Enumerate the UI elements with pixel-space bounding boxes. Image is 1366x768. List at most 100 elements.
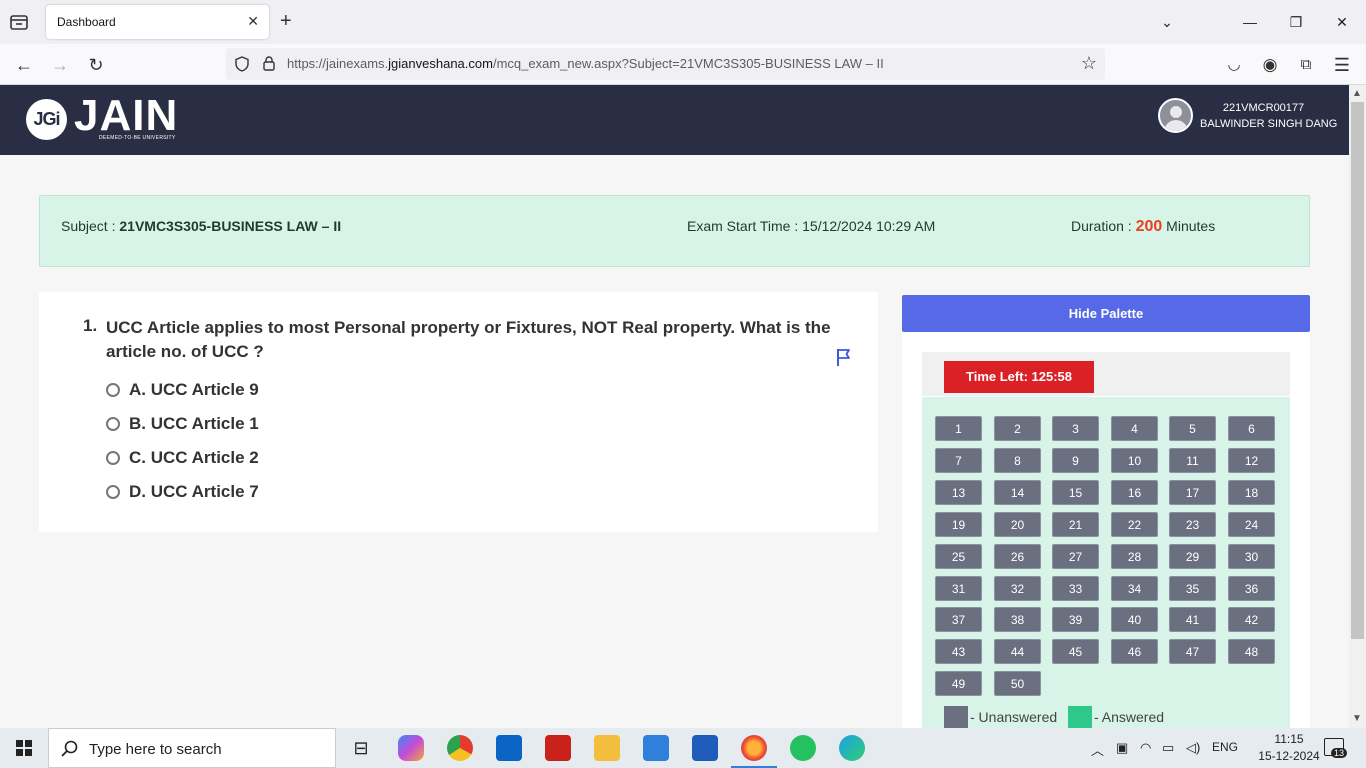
palette-question-button[interactable]: 28: [1111, 544, 1158, 569]
clock-time[interactable]: 11:15: [1254, 732, 1324, 746]
bookmark-star-icon[interactable]: ☆: [1081, 53, 1097, 74]
clock-date[interactable]: 15-12-2024: [1254, 749, 1324, 763]
palette-question-button[interactable]: 29: [1169, 544, 1216, 569]
palette-question-button[interactable]: 4: [1111, 416, 1158, 441]
tab-list-icon[interactable]: [8, 12, 30, 32]
palette-question-button[interactable]: 8: [994, 448, 1041, 473]
palette-question-button[interactable]: 2: [994, 416, 1041, 441]
chrome-icon[interactable]: [447, 735, 473, 761]
close-tab-icon[interactable]: ✕: [247, 13, 259, 30]
radio-d[interactable]: [106, 485, 120, 499]
hide-palette-button[interactable]: Hide Palette: [902, 295, 1310, 332]
palette-question-button[interactable]: 14: [994, 480, 1041, 505]
pocket-icon[interactable]: ◡: [1222, 53, 1246, 77]
word-icon[interactable]: [692, 735, 718, 761]
palette-question-button[interactable]: 37: [935, 607, 982, 632]
palette-question-button[interactable]: 17: [1169, 480, 1216, 505]
palette-question-button[interactable]: 46: [1111, 639, 1158, 664]
acrobat-icon[interactable]: [545, 735, 571, 761]
palette-question-button[interactable]: 33: [1052, 576, 1099, 601]
reload-icon[interactable]: ↻: [84, 53, 108, 77]
palette-question-button[interactable]: 40: [1111, 607, 1158, 632]
battery-icon[interactable]: ▭: [1162, 740, 1174, 756]
microsoft-store-icon[interactable]: [643, 735, 669, 761]
palette-question-button[interactable]: 48: [1228, 639, 1275, 664]
palette-question-button[interactable]: 45: [1052, 639, 1099, 664]
palette-question-button[interactable]: 50: [994, 671, 1041, 696]
palette-question-button[interactable]: 47: [1169, 639, 1216, 664]
option-b[interactable]: B. UCC Article 1: [106, 412, 259, 436]
file-explorer-icon[interactable]: [594, 735, 620, 761]
show-hidden-icons-icon[interactable]: ︿: [1091, 740, 1104, 759]
list-all-tabs-icon[interactable]: ⌄: [1155, 10, 1179, 34]
back-icon[interactable]: ←: [12, 53, 36, 77]
page-scrollbar[interactable]: ▲ ▼: [1349, 85, 1366, 728]
palette-question-button[interactable]: 30: [1228, 544, 1275, 569]
palette-question-button[interactable]: 1: [935, 416, 982, 441]
palette-question-button[interactable]: 9: [1052, 448, 1099, 473]
browser-tab-dashboard[interactable]: Dashboard ✕: [46, 5, 269, 39]
scroll-thumb[interactable]: [1351, 102, 1364, 639]
palette-question-button[interactable]: 23: [1169, 512, 1216, 537]
radio-a[interactable]: [106, 383, 120, 397]
palette-question-button[interactable]: 42: [1228, 607, 1275, 632]
palette-question-button[interactable]: 44: [994, 639, 1041, 664]
palette-question-button[interactable]: 31: [935, 576, 982, 601]
shield-icon[interactable]: [234, 56, 250, 72]
windows-start-icon[interactable]: [0, 728, 48, 768]
palette-question-button[interactable]: 5: [1169, 416, 1216, 441]
account-icon[interactable]: ◉: [1258, 53, 1282, 77]
palette-question-button[interactable]: 11: [1169, 448, 1216, 473]
palette-question-button[interactable]: 21: [1052, 512, 1099, 537]
taskbar-search-box[interactable]: Type here to search: [48, 728, 336, 768]
scroll-down-icon[interactable]: ▼: [1352, 713, 1362, 724]
option-a[interactable]: A. UCC Article 9: [106, 378, 259, 402]
palette-question-button[interactable]: 25: [935, 544, 982, 569]
palette-question-button[interactable]: 43: [935, 639, 982, 664]
palette-question-button[interactable]: 18: [1228, 480, 1275, 505]
palette-question-button[interactable]: 7: [935, 448, 982, 473]
palette-question-button[interactable]: 6: [1228, 416, 1275, 441]
minimize-window-icon[interactable]: —: [1238, 10, 1262, 34]
palette-question-button[interactable]: 3: [1052, 416, 1099, 441]
flag-icon[interactable]: [834, 347, 854, 367]
lock-icon[interactable]: [262, 55, 276, 72]
option-d[interactable]: D. UCC Article 7: [106, 480, 259, 504]
palette-question-button[interactable]: 35: [1169, 576, 1216, 601]
palette-question-button[interactable]: 16: [1111, 480, 1158, 505]
palette-question-button[interactable]: 10: [1111, 448, 1158, 473]
menu-icon[interactable]: ☰: [1330, 53, 1354, 77]
scroll-up-icon[interactable]: ▲: [1352, 88, 1362, 99]
palette-question-button[interactable]: 22: [1111, 512, 1158, 537]
restore-window-icon[interactable]: ❐: [1284, 10, 1308, 34]
palette-question-button[interactable]: 13: [935, 480, 982, 505]
jain-logo-text[interactable]: JAIN: [74, 93, 178, 139]
input-language[interactable]: ENG: [1212, 740, 1238, 754]
palette-question-button[interactable]: 12: [1228, 448, 1275, 473]
close-window-icon[interactable]: ✕: [1330, 10, 1354, 34]
extensions-icon[interactable]: ⧉: [1294, 53, 1318, 77]
firefox-icon[interactable]: [741, 735, 767, 761]
palette-question-button[interactable]: 38: [994, 607, 1041, 632]
whatsapp-icon[interactable]: [790, 735, 816, 761]
palette-question-button[interactable]: 32: [994, 576, 1041, 601]
volume-icon[interactable]: ◁): [1186, 740, 1200, 756]
jgi-logo-badge[interactable]: JGi: [26, 99, 67, 140]
palette-question-button[interactable]: 34: [1111, 576, 1158, 601]
new-tab-icon[interactable]: +: [280, 10, 292, 32]
user-avatar[interactable]: [1158, 98, 1193, 133]
radio-b[interactable]: [106, 417, 120, 431]
palette-question-button[interactable]: 15: [1052, 480, 1099, 505]
radio-c[interactable]: [106, 451, 120, 465]
palette-question-button[interactable]: 36: [1228, 576, 1275, 601]
meet-now-icon[interactable]: ▣: [1116, 740, 1128, 756]
task-view-icon[interactable]: ⊟: [348, 735, 374, 761]
palette-question-button[interactable]: 41: [1169, 607, 1216, 632]
palette-question-button[interactable]: 39: [1052, 607, 1099, 632]
outlook-icon[interactable]: [496, 735, 522, 761]
palette-question-button[interactable]: 24: [1228, 512, 1275, 537]
palette-question-button[interactable]: 49: [935, 671, 982, 696]
edge-icon[interactable]: [839, 735, 865, 761]
palette-question-button[interactable]: 20: [994, 512, 1041, 537]
palette-question-button[interactable]: 26: [994, 544, 1041, 569]
